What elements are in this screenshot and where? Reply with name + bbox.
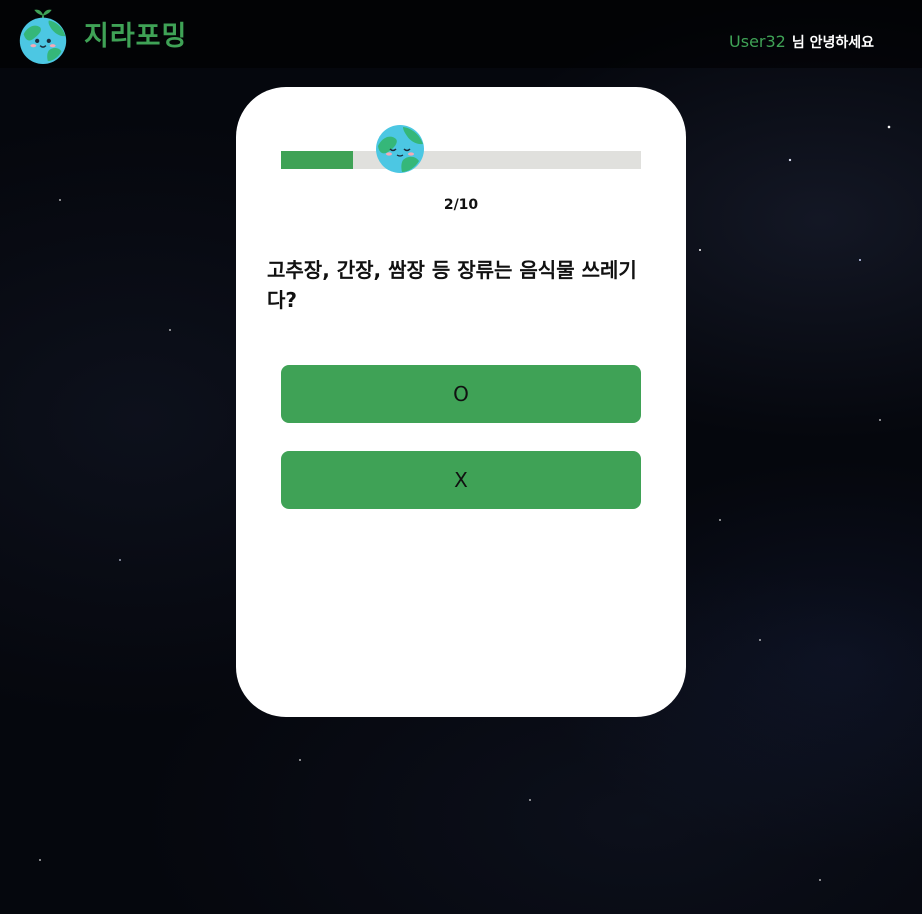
question-text: 고추장, 간장, 쌈장 등 장류는 음식물 쓰레기다? — [267, 258, 637, 312]
greeting-text: 님 안녕하세요 — [791, 35, 874, 51]
logo-text: 지라포밍 — [84, 20, 188, 52]
progress-counter: 2/10 — [443, 197, 479, 213]
earth-mascot-icon — [376, 125, 424, 173]
quiz-card: 2/10 고추장, 간장, 쌈장 등 장류는 음식물 쓰레기다? O X — [236, 87, 686, 717]
answer-x-button[interactable]: X — [281, 451, 641, 509]
progress-bar-fill — [281, 151, 353, 169]
user-greeting: User32 님 안녕하세요 — [729, 31, 874, 54]
progress-bar — [281, 151, 641, 169]
username: User32 — [729, 32, 786, 51]
earth-mascot-icon — [19, 9, 67, 65]
answer-o-button[interactable]: O — [281, 365, 641, 423]
site-logo[interactable]: 지라포밍 — [14, 8, 188, 65]
top-header: 지라포밍 User32 님 안녕하세요 — [0, 0, 922, 68]
